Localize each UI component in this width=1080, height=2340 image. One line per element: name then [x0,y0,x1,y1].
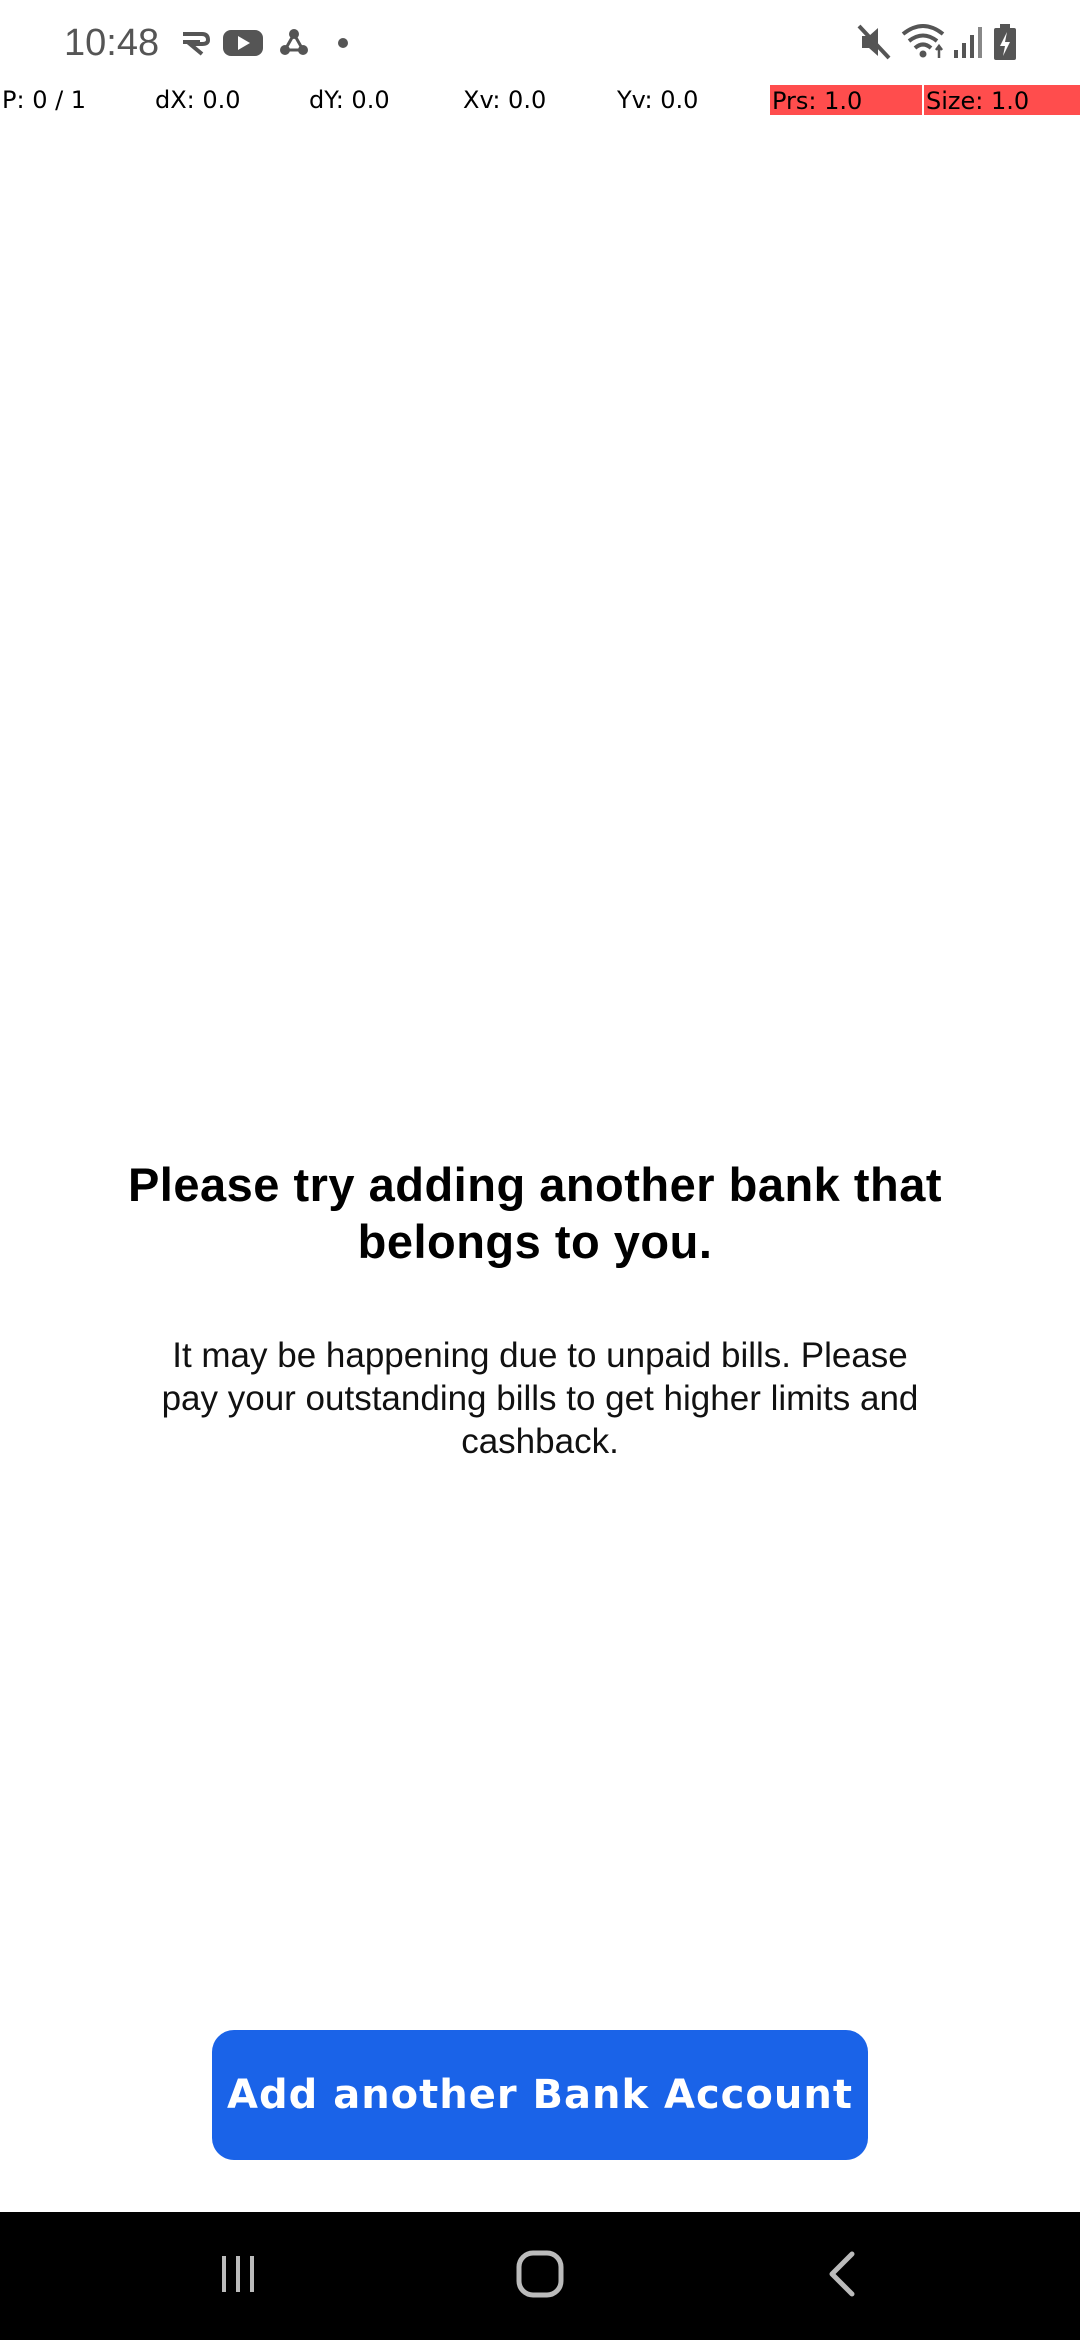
pointer-yv: Yv: 0.0 [617,86,699,114]
signal-icon [952,22,984,62]
navigation-bar [0,2212,1080,2340]
pointer-pressure: Prs: 1.0 [770,85,922,115]
app-notification-icon [278,22,310,62]
add-bank-account-button-label: Add another Bank Account [227,2072,853,2118]
pointer-location-overlay: P: 0 / 1 dX: 0.0 dY: 0.0 Xv: 0.0 Yv: 0.0… [0,84,1080,116]
status-bar: 10:48 [0,0,1080,85]
mute-icon [856,22,892,62]
add-bank-account-button[interactable]: Add another Bank Account [212,2030,868,2160]
cast-icon [180,22,212,62]
battery-charging-icon [992,22,1018,62]
recent-apps-icon [214,2250,262,2303]
back-icon [822,2248,862,2305]
error-description: It may be happening due to unpaid bills.… [161,1336,919,1461]
pointer-xv: Xv: 0.0 [463,86,547,114]
recent-apps-button[interactable] [138,2212,338,2340]
status-time: 10:48 [64,22,160,64]
pointer-size: Size: 1.0 [924,85,1080,115]
youtube-icon [222,22,264,62]
more-notifications-dot-icon [336,22,350,62]
back-button[interactable] [742,2212,942,2340]
error-title: Please try adding another bank that belo… [127,1158,943,1268]
pointer-count: P: 0 / 1 [2,86,87,114]
home-icon [514,2248,566,2305]
home-button[interactable] [440,2212,640,2340]
pointer-dx: dX: 0.0 [155,86,241,114]
wifi-icon [900,22,946,62]
pointer-dy: dY: 0.0 [309,86,390,114]
